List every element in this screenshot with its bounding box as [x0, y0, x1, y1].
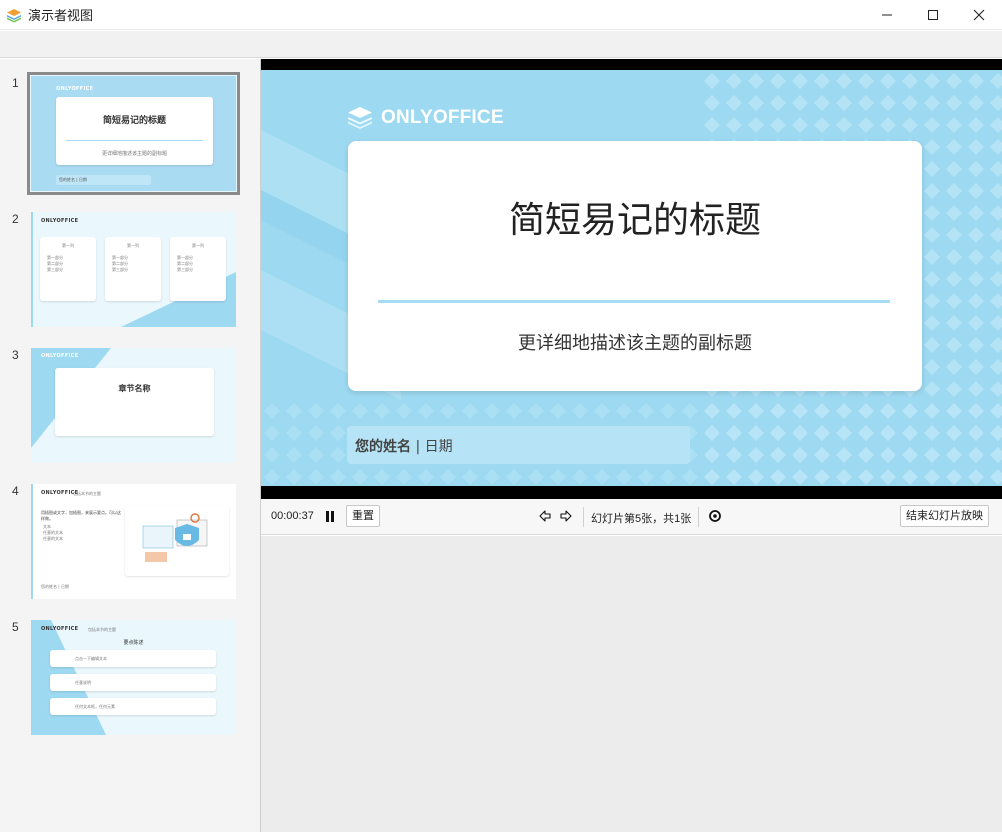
- thumbnail-item: 点击一下编辑文本: [75, 656, 107, 661]
- arrow-left-icon[interactable]: [538, 509, 552, 523]
- onlyoffice-logo-icon: [348, 107, 372, 129]
- thumbnail-subheading: 要点陈述: [123, 640, 144, 646]
- thumbnail-slide-4[interactable]: ONLYOFFICE 包括本节的主题 用插图或文字，加插图，来展示要点。可以这样…: [31, 484, 236, 599]
- thumbnail-slide-5[interactable]: ONLYOFFICE 包括本节的主题 要点陈述 点击一下编辑文本 任意说明 任何…: [31, 620, 236, 735]
- slide-logo-text: ONLYOFFICE: [381, 107, 504, 128]
- pause-button[interactable]: [323, 509, 337, 523]
- minimize-button[interactable]: [864, 0, 910, 30]
- thumbnail-column-title: 第一列: [192, 243, 204, 248]
- minimize-icon: [882, 14, 892, 16]
- thumbnail-body: 用插图或文字，加插图，来展示要点。可以这样做。: [41, 510, 121, 521]
- thumbnail-slide-2[interactable]: ONLYOFFICE 第一列 第一部分 第二部分 第三部分 第一列 第一部分 第…: [31, 212, 236, 327]
- slide-logo: ONLYOFFICE: [347, 106, 504, 130]
- thumbnail-item-card: 任意说明: [50, 674, 216, 691]
- thumbnail-item: 任意说明: [75, 680, 91, 685]
- slide-name-separator: |: [415, 439, 421, 455]
- thumbnail-bullet: 任意的文本: [43, 536, 63, 541]
- thumbnail-title: 简短易记的标题: [102, 116, 166, 126]
- slide-author-name: 您的姓名: [355, 439, 411, 455]
- separator: [698, 507, 699, 527]
- current-slide[interactable]: ONLYOFFICE 简短易记的标题 更详细地描述该主题的副标题 您的姓名 | …: [261, 70, 1002, 486]
- slide-title-divider: [378, 300, 890, 303]
- security-shield-icon: [142, 513, 208, 562]
- thumbnail-title-card: 简短易记的标题 更详细地描述该主题的副标题: [56, 97, 213, 165]
- thumbnail-row-5[interactable]: 5 ONLYOFFICE 包括本节的主题 要点陈述 点击一下编辑文本 任意说明 …: [0, 620, 261, 740]
- separator: [583, 507, 584, 527]
- slide-stage[interactable]: ONLYOFFICE 简短易记的标题 更详细地描述该主题的副标题 您的姓名 | …: [261, 59, 1002, 499]
- thumbnail-logo: ONLYOFFICE: [41, 353, 79, 359]
- thumbnail-footer-box: 您的姓名 | 日期: [56, 175, 151, 185]
- thumbnail-bullet: 第三部分: [177, 267, 193, 272]
- presenter-controls: 00:00:37 重置 幻灯片第5张，共1张 结束幻灯片放映: [261, 499, 1002, 535]
- thumbnail-column-title: 第一列: [62, 243, 74, 248]
- thumbnail-item-card: 任何文本框，任何元素: [50, 698, 216, 715]
- thumbnail-slide-1[interactable]: ONLYOFFICE 简短易记的标题 更详细地描述该主题的副标题 您的姓名 | …: [27, 72, 240, 195]
- thumbnail-bullet: 第三部分: [112, 267, 128, 272]
- thumbnail-heading: 包括本节的主题: [88, 627, 116, 632]
- slide-subtitle: 更详细地描述该主题的副标题: [518, 333, 752, 354]
- thumbnail-title: 章节名称: [118, 383, 151, 393]
- window-titlebar: 演示者视图: [0, 0, 1002, 30]
- thumbnail-column-card: 第一列 第一部分 第二部分 第三部分: [40, 237, 96, 301]
- thumbnail-logo: ONLYOFFICE: [56, 86, 94, 92]
- elapsed-timer: 00:00:37: [271, 510, 314, 522]
- thumbnail-accent: [31, 484, 33, 599]
- window-title: 演示者视图: [28, 8, 94, 23]
- thumbnail-number: 3: [12, 348, 19, 362]
- laser-pointer-icon[interactable]: [708, 509, 722, 523]
- close-button[interactable]: [956, 0, 1002, 30]
- slide-counter: 幻灯片第5张，共1张: [591, 513, 692, 525]
- thumbnail-item-card: 点击一下编辑文本: [50, 650, 216, 667]
- end-slideshow-button[interactable]: 结束幻灯片放映: [900, 505, 989, 527]
- speaker-notes-area[interactable]: [261, 536, 1002, 832]
- slide-title: 简短易记的标题: [508, 200, 761, 241]
- thumbnail-number: 4: [12, 484, 19, 498]
- maximize-button[interactable]: [910, 0, 956, 30]
- slide-title-card: 简短易记的标题 更详细地描述该主题的副标题: [348, 141, 922, 391]
- slide-name-line: 您的姓名 | 日期: [355, 436, 453, 456]
- thumbnail-item: 任何文本框，任何元素: [75, 704, 115, 709]
- close-icon: [973, 9, 985, 21]
- toolbar-strip: [0, 31, 1002, 58]
- thumbnail-heading: 包括本节的主题: [73, 491, 101, 496]
- pause-icon: [326, 510, 334, 522]
- thumbnail-slide-3[interactable]: ONLYOFFICE 章节名称: [31, 348, 236, 463]
- thumbnail-title-card: 章节名称: [55, 368, 214, 436]
- thumbnail-footer: 您的姓名 | 日期: [41, 584, 69, 589]
- thumbnail-row-3[interactable]: 3 ONLYOFFICE 章节名称: [0, 348, 261, 468]
- slide-thumbnails-panel[interactable]: 1 ONLYOFFICE 简短易记的标题 更详细地描述该主题的副标题 您的姓名 …: [0, 59, 261, 832]
- thumbnail-footer: 您的姓名 | 日期: [59, 177, 87, 182]
- thumbnail-column-card: 第一列 第一部分 第二部分 第三部分: [105, 237, 161, 301]
- thumbnail-bullet: 第三部分: [47, 267, 63, 272]
- thumbnail-column-title: 第一列: [127, 243, 139, 248]
- thumbnail-divider: [66, 140, 203, 141]
- thumbnail-number: 1: [12, 76, 19, 90]
- thumbnail-logo: ONLYOFFICE: [41, 218, 79, 224]
- thumbnail-number: 2: [12, 212, 19, 226]
- thumbnail-column-card: 第一列 第一部分 第二部分 第三部分: [170, 237, 226, 301]
- arrow-right-icon[interactable]: [559, 509, 573, 523]
- thumbnail-illustration: [125, 506, 229, 576]
- thumbnail-logo: ONLYOFFICE: [41, 626, 79, 632]
- thumbnail-subtitle: 更详细地描述该主题的副标题: [101, 151, 167, 157]
- maximize-icon: [928, 10, 938, 20]
- reset-button[interactable]: 重置: [346, 505, 380, 527]
- thumbnail-row-2[interactable]: 2 ONLYOFFICE 第一列 第一部分 第二部分 第三部分 第一列 第一部分…: [0, 212, 261, 332]
- thumbnail-number: 5: [12, 620, 19, 634]
- slide-date: 日期: [424, 439, 453, 455]
- thumbnail-row-4[interactable]: 4 ONLYOFFICE 包括本节的主题 用插图或文字，加插图，来展示要点。可以…: [0, 484, 261, 604]
- slide-name-box: 您的姓名 | 日期: [347, 426, 690, 464]
- app-layers-icon: [7, 8, 21, 22]
- thumbnail-row-1[interactable]: 1 ONLYOFFICE 简短易记的标题 更详细地描述该主题的副标题 您的姓名 …: [0, 72, 261, 196]
